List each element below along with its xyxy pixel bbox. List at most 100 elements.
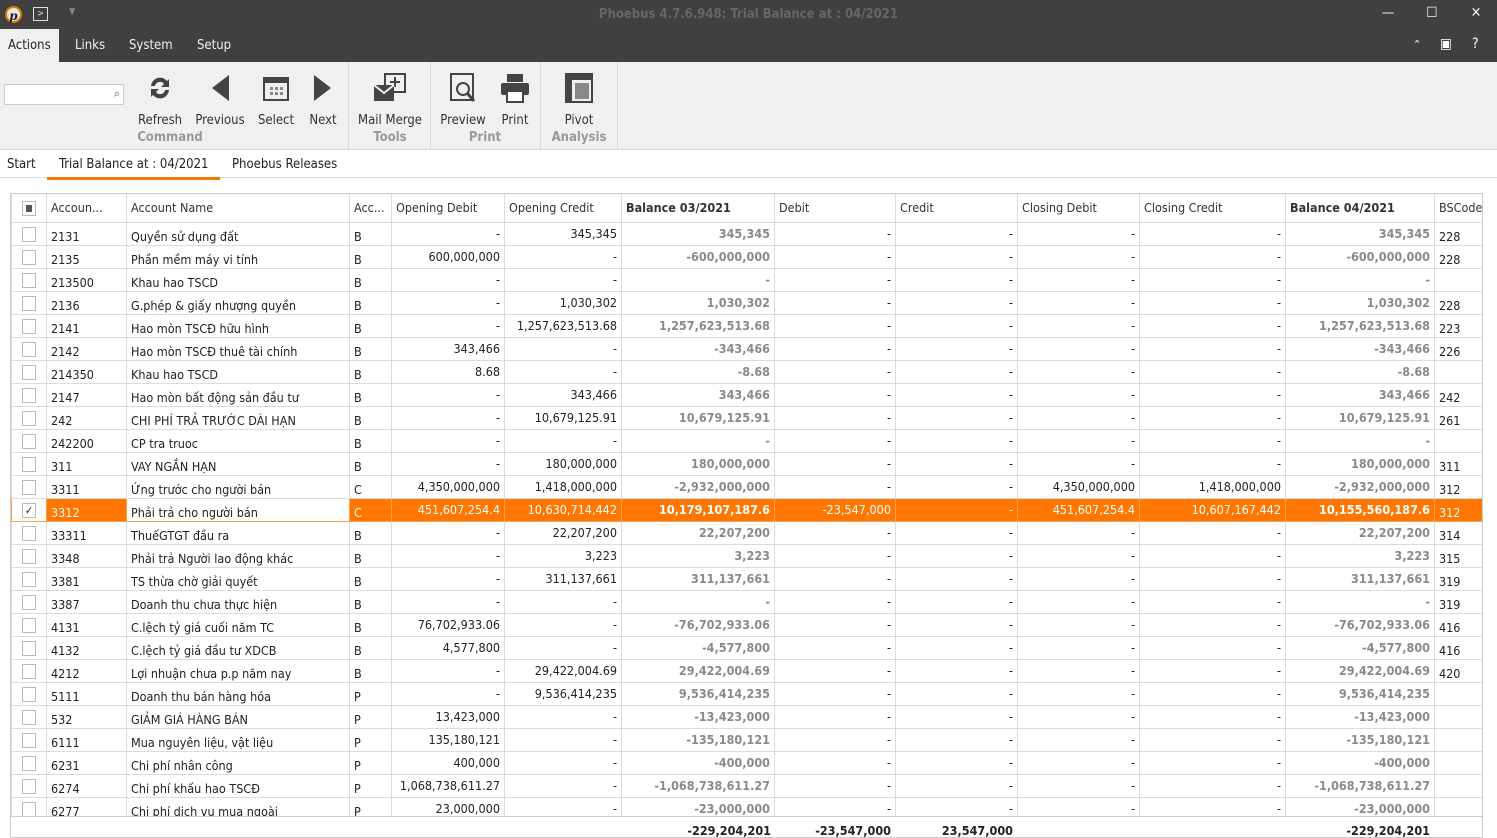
- row-checkbox[interactable]: [11, 520, 47, 545]
- row-checkbox[interactable]: [11, 221, 47, 246]
- select-all-checkbox[interactable]: [11, 194, 47, 223]
- table-row[interactable]: 5111 Doanh thu bán hàng hóa P -9,536,414,23…: [11, 681, 1482, 706]
- checkbox-icon[interactable]: [22, 226, 36, 242]
- checkbox-icon[interactable]: [22, 778, 36, 794]
- table-row[interactable]: ✓ 3312 Phải trả cho người bán C 451,607,254.…: [11, 497, 1482, 522]
- column-header-bscode[interactable]: BSCode: [1434, 194, 1482, 223]
- checkbox-icon[interactable]: [22, 318, 36, 334]
- row-checkbox[interactable]: ✓: [11, 497, 47, 522]
- checkbox-icon[interactable]: [22, 272, 36, 288]
- row-checkbox[interactable]: [11, 428, 47, 453]
- column-header-balance-04[interactable]: Balance 04/2021: [1285, 194, 1435, 223]
- table-row[interactable]: 2131 Quyền sử dụng đất B -345,345 345,345- - -…: [11, 221, 1482, 246]
- table-row[interactable]: 4132 C.lệch tỷ giá đầu tư XDCB B 4,577,800-…: [11, 635, 1482, 660]
- column-header-closing-debit[interactable]: Closing Debit: [1017, 194, 1140, 223]
- checkbox-icon[interactable]: [22, 525, 36, 541]
- checkbox-icon[interactable]: [22, 387, 36, 403]
- checkbox-icon[interactable]: [22, 548, 36, 564]
- help-icon[interactable]: ?: [1472, 36, 1479, 52]
- column-header-opening-debit[interactable]: Opening Debit: [391, 194, 505, 223]
- row-checkbox[interactable]: [11, 773, 47, 798]
- checkbox-icon[interactable]: [22, 341, 36, 357]
- checkbox-icon[interactable]: [22, 571, 36, 587]
- checkbox-icon[interactable]: [22, 433, 36, 449]
- row-checkbox[interactable]: [11, 589, 47, 614]
- table-row[interactable]: 33311 ThuếGTGT đầu ra B -22,207,200 22,207,2…: [11, 520, 1482, 545]
- previous-button[interactable]: Previous: [195, 70, 245, 128]
- table-row[interactable]: 3311 Ứng trước cho người bán C 4,350,000,00…: [11, 474, 1482, 499]
- column-header-account-name[interactable]: Account Name: [126, 194, 350, 223]
- row-checkbox[interactable]: [11, 750, 47, 775]
- row-checkbox[interactable]: [11, 336, 47, 361]
- refresh-button[interactable]: Refresh: [138, 70, 182, 128]
- table-row[interactable]: 2147 Hao mòn bất động sản đầu tư B -343,466…: [11, 382, 1482, 407]
- checkbox-icon[interactable]: [22, 686, 36, 702]
- checkbox-icon[interactable]: [22, 479, 36, 495]
- row-checkbox[interactable]: [11, 727, 47, 752]
- checked-checkbox-icon[interactable]: ✓: [22, 502, 36, 518]
- print-button[interactable]: Print: [498, 70, 532, 128]
- pivot-button[interactable]: Pivot: [560, 70, 598, 128]
- table-row[interactable]: 6231 Chi phí nhân công P 400,000- -400,000- -…: [11, 750, 1482, 775]
- select-button[interactable]: Select: [256, 70, 296, 128]
- column-header-credit[interactable]: Credit: [895, 194, 1018, 223]
- table-row[interactable]: 3381 TS thừa chờ giải quyết B -311,137,661 3…: [11, 566, 1482, 591]
- row-checkbox[interactable]: [11, 244, 47, 269]
- row-checkbox[interactable]: [11, 451, 47, 476]
- row-checkbox[interactable]: [11, 313, 47, 338]
- table-row[interactable]: 532 GIẢM GIÁ HÀNG BÁN P 13,423,000- -13,423,…: [11, 704, 1482, 729]
- archive-icon[interactable]: ▣: [1440, 36, 1452, 52]
- table-row[interactable]: 2142 Hao mòn TSCĐ thuê tài chính B 343,466-…: [11, 336, 1482, 361]
- table-row[interactable]: 4212 Lợi nhuận chưa p.p năm nay B -29,422,0…: [11, 658, 1482, 683]
- preview-button[interactable]: Preview: [438, 70, 488, 128]
- checkbox-icon[interactable]: [22, 709, 36, 725]
- row-checkbox[interactable]: [11, 566, 47, 591]
- table-row[interactable]: 4131 C.lệch tỷ giá cuối năm TC B 76,702,933…: [11, 612, 1482, 637]
- table-row[interactable]: 6274 Chi phí khấu hao TSCĐ P 1,068,738,611.…: [11, 773, 1482, 798]
- menu-setup[interactable]: Setup: [189, 29, 239, 62]
- column-header-closing-credit[interactable]: Closing Credit: [1139, 194, 1286, 223]
- maximize-button[interactable]: ☐: [1422, 5, 1442, 21]
- search-input[interactable]: ⌕: [4, 84, 124, 105]
- row-checkbox[interactable]: [11, 290, 47, 315]
- checkbox-icon[interactable]: [22, 732, 36, 748]
- checkbox-icon[interactable]: [22, 640, 36, 656]
- table-row[interactable]: 242 CHI PHÍ TRẢ TRƯỚC DÀI HẠN B -10,679,125…: [11, 405, 1482, 430]
- row-checkbox[interactable]: [11, 382, 47, 407]
- close-button[interactable]: ✕: [1466, 5, 1486, 21]
- checkbox-icon[interactable]: [22, 663, 36, 679]
- menu-links[interactable]: Links: [67, 29, 113, 62]
- row-checkbox[interactable]: [11, 405, 47, 430]
- checkbox-icon[interactable]: [22, 295, 36, 311]
- table-row[interactable]: 2136 G.phép & giấy nhượng quyền B -1,030,30…: [11, 290, 1482, 315]
- checkbox-icon[interactable]: [22, 801, 36, 817]
- table-row[interactable]: 214350 Khau hao TSCD B 8.68- -8.68- - - - -8.68: [11, 359, 1482, 384]
- mail-merge-button[interactable]: Mail Merge: [356, 70, 424, 128]
- column-header-balance-03[interactable]: Balance 03/2021: [621, 194, 775, 223]
- table-row[interactable]: 213500 Khau hao TSCD B - - - - - - - -: [11, 267, 1482, 292]
- row-checkbox[interactable]: [11, 543, 47, 568]
- table-row[interactable]: 2141 Hao mòn TSCĐ hữu hình B -1,257,623,513…: [11, 313, 1482, 338]
- tab-phoebus-releases[interactable]: Phoebus Releases: [232, 157, 337, 172]
- column-header-account-number[interactable]: Accoun...: [46, 194, 127, 223]
- checkbox-icon[interactable]: [22, 249, 36, 265]
- tab-trial-balance[interactable]: Trial Balance at : 04/2021: [47, 157, 221, 180]
- table-row[interactable]: 6111 Mua nguyên liệu, vật liệu P 135,180,12…: [11, 727, 1482, 752]
- column-header-opening-credit[interactable]: Opening Credit: [504, 194, 622, 223]
- column-header-account-type[interactable]: Acc...: [349, 194, 392, 223]
- minimize-button[interactable]: —: [1378, 5, 1398, 21]
- row-checkbox[interactable]: [11, 658, 47, 683]
- row-checkbox[interactable]: [11, 704, 47, 729]
- row-checkbox[interactable]: [11, 612, 47, 637]
- table-row[interactable]: 311 VAY NGẮN HẠN B -180,000,000 180,000,000-…: [11, 451, 1482, 476]
- tab-start[interactable]: Start: [7, 157, 36, 172]
- row-checkbox[interactable]: [11, 681, 47, 706]
- checkbox-icon[interactable]: [22, 755, 36, 771]
- row-checkbox[interactable]: [11, 474, 47, 499]
- table-row[interactable]: 242200 CP tra truoc B - - - - - - - -: [11, 428, 1482, 453]
- table-row[interactable]: 3348 Phải trả Người lao động khác B -3,223 3…: [11, 543, 1482, 568]
- checkbox-icon[interactable]: [22, 617, 36, 633]
- checkbox-icon[interactable]: [22, 594, 36, 610]
- checkbox-icon[interactable]: [22, 456, 36, 472]
- row-checkbox[interactable]: [11, 635, 47, 660]
